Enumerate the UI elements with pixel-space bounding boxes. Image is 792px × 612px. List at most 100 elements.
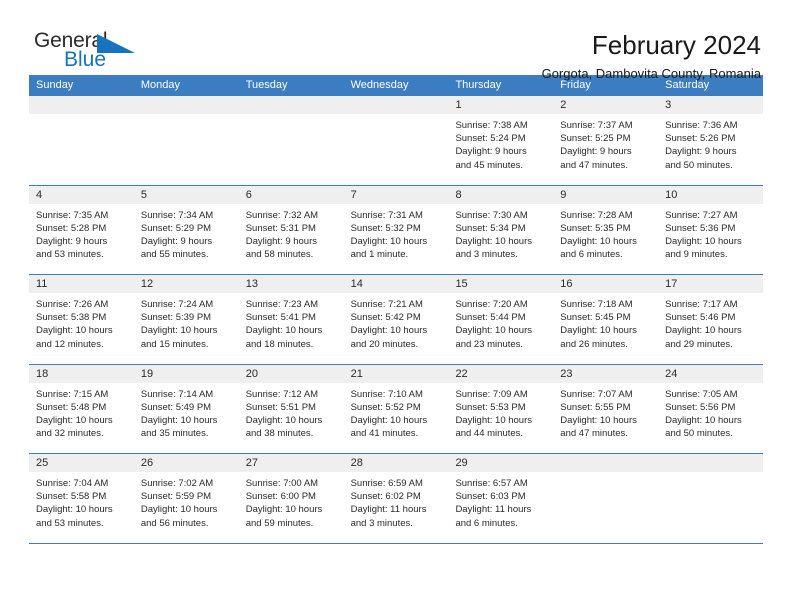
day-sun-info: Sunrise: 7:18 AM Sunset: 5:45 PM Daylight:…	[553, 293, 658, 351]
day-number-band: 14	[343, 275, 449, 293]
daylight-text-line2: and 3 minutes.	[350, 517, 413, 529]
daylight-text-line1: Daylight: 10 hours	[560, 325, 637, 337]
calendar-day-cell[interactable]: 15 Sunrise: 7:20 AM Sunset: 5:44 PM Dayligh…	[448, 275, 554, 364]
day-sun-info: Sunrise: 7:34 AM Sunset: 5:29 PM Daylight:…	[134, 204, 239, 262]
calendar-day-cell[interactable]: 27 Sunrise: 7:00 AM Sunset: 6:00 PM Dayligh…	[238, 454, 344, 543]
day-sun-info: Sunrise: 7:28 AM Sunset: 5:35 PM Daylight:…	[553, 204, 658, 262]
calendar-week-row: 25 Sunrise: 7:04 AM Sunset: 5:58 PM Dayligh…	[29, 454, 764, 544]
calendar-day-cell[interactable]: 21 Sunrise: 7:10 AM Sunset: 5:52 PM Dayligh…	[343, 364, 449, 454]
calendar-day-cell[interactable]: 9 Sunrise: 7:28 AM Sunset: 5:35 PM Daylight…	[553, 185, 659, 275]
day-sun-info: Sunrise: 7:36 AM Sunset: 5:26 PM Daylight:…	[658, 114, 763, 172]
day-number-band: 11	[29, 275, 134, 293]
daylight-text-line2: and 55 minutes.	[140, 249, 209, 261]
day-sun-info: Sunrise: 7:27 AM Sunset: 5:36 PM Daylight:…	[658, 204, 763, 262]
calendar-day-cell[interactable]: 10 Sunrise: 7:27 AM Sunset: 5:36 PM Dayligh…	[658, 185, 764, 275]
day-number: 19	[140, 367, 154, 380]
day-number-band: 2	[553, 96, 659, 114]
weekday-wednesday: Wednesday	[350, 79, 409, 91]
day-sun-info: Sunrise: 7:15 AM Sunset: 5:48 PM Daylight:…	[29, 383, 134, 441]
day-sun-info: Sunrise: 6:59 AM Sunset: 6:02 PM Daylight:…	[344, 472, 449, 530]
day-number: 20	[245, 367, 258, 380]
calendar-week-row: 1 Sunrise: 7:38 AM Sunset: 5:24 PM Daylight…	[29, 96, 764, 186]
daylight-text-line1: Daylight: 9 hours	[36, 235, 108, 247]
sunrise-text: Sunrise: 7:28 AM	[560, 209, 633, 221]
day-sun-info: Sunrise: 7:07 AM Sunset: 5:55 PM Daylight:…	[553, 383, 658, 441]
calendar-day-cell[interactable]: 12 Sunrise: 7:24 AM Sunset: 5:39 PM Dayligh…	[133, 275, 239, 364]
calendar-day-cell[interactable]: 14 Sunrise: 7:21 AM Sunset: 5:42 PM Dayligh…	[343, 275, 449, 364]
day-sun-info: Sunrise: 7:32 AM Sunset: 5:31 PM Daylight:…	[239, 204, 344, 262]
sunrise-text: Sunrise: 7:35 AM	[36, 209, 109, 221]
calendar-day-cell[interactable]: 4 Sunrise: 7:35 AM Sunset: 5:28 PM Daylight…	[29, 185, 134, 275]
calendar-day-cell[interactable]: 2 Sunrise: 7:37 AM Sunset: 5:25 PM Daylight…	[553, 96, 659, 185]
calendar-day-cell[interactable]: 16 Sunrise: 7:18 AM Sunset: 5:45 PM Dayligh…	[553, 275, 659, 364]
calendar-day-cell[interactable]: 3 Sunrise: 7:36 AM Sunset: 5:26 PM Daylight…	[658, 96, 764, 185]
calendar-day-cell[interactable]: 23 Sunrise: 7:07 AM Sunset: 5:55 PM Dayligh…	[553, 364, 659, 454]
daylight-text-line2: and 44 minutes.	[455, 428, 524, 440]
day-number: 4	[36, 188, 43, 201]
day-number-band: 5	[133, 185, 239, 204]
daylight-text-line2: and 29 minutes.	[665, 338, 733, 350]
daylight-text-line2: and 53 minutes.	[36, 249, 104, 261]
sunrise-text: Sunrise: 7:10 AM	[350, 388, 423, 400]
calendar-day-cell[interactable]: 25 Sunrise: 7:04 AM Sunset: 5:58 PM Dayligh…	[29, 454, 134, 543]
calendar-day-cell[interactable]: 8 Sunrise: 7:30 AM Sunset: 5:34 PM Daylight…	[448, 185, 554, 275]
day-number-band: 1	[448, 96, 554, 114]
sunrise-text: Sunrise: 7:12 AM	[245, 388, 319, 400]
calendar-weeks: 1 Sunrise: 7:38 AM Sunset: 5:24 PM Daylight…	[29, 96, 764, 544]
daylight-text-line2: and 23 minutes.	[455, 338, 524, 350]
sunset-text: Sunset: 5:29 PM	[140, 222, 212, 234]
daylight-text-line2: and 15 minutes.	[140, 338, 209, 350]
calendar-day-cell[interactable]: 29 Sunrise: 6:57 AM Sunset: 6:03 PM Dayligh…	[448, 454, 554, 543]
day-number: 17	[665, 278, 678, 290]
sunset-text: Sunset: 5:41 PM	[245, 312, 316, 324]
day-number: 22	[455, 367, 468, 380]
calendar-day-cell[interactable]: 5 Sunrise: 7:34 AM Sunset: 5:29 PM Daylight…	[133, 185, 239, 275]
daylight-text-line2: and 58 minutes.	[245, 249, 314, 261]
day-number: 12	[140, 278, 154, 290]
sunset-text: Sunset: 6:03 PM	[455, 491, 526, 503]
calendar-day-cell[interactable]: 6 Sunrise: 7:32 AM Sunset: 5:31 PM Daylight…	[238, 185, 344, 275]
calendar-day-cell[interactable]: 19 Sunrise: 7:14 AM Sunset: 5:49 PM Dayligh…	[133, 364, 239, 454]
calendar-day-cell[interactable]: 17 Sunrise: 7:17 AM Sunset: 5:46 PM Dayligh…	[658, 275, 764, 364]
daylight-text-line1: Daylight: 10 hours	[140, 325, 218, 337]
day-number: 13	[245, 278, 258, 290]
daylight-text-line1: Daylight: 10 hours	[455, 235, 533, 247]
daylight-text-line1: Daylight: 10 hours	[245, 414, 323, 426]
calendar-day-cell[interactable]: 28 Sunrise: 6:59 AM Sunset: 6:02 PM Dayligh…	[343, 454, 449, 543]
calendar-day-cell[interactable]: 24 Sunrise: 7:05 AM Sunset: 5:56 PM Dayligh…	[658, 364, 764, 454]
sunset-text: Sunset: 5:48 PM	[36, 401, 107, 413]
sunrise-text: Sunrise: 7:02 AM	[140, 478, 214, 489]
calendar-day-cell[interactable]: 26 Sunrise: 7:02 AM Sunset: 5:59 PM Dayligh…	[133, 454, 239, 543]
sunrise-text: Sunrise: 7:23 AM	[245, 299, 319, 310]
daylight-text-line1: Daylight: 10 hours	[665, 235, 742, 247]
sunrise-text: Sunrise: 7:38 AM	[455, 120, 528, 131]
calendar-day-cell[interactable]: 20 Sunrise: 7:12 AM Sunset: 5:51 PM Dayligh…	[238, 364, 344, 454]
day-number-band: 12	[133, 275, 239, 293]
day-sun-info: Sunrise: 7:37 AM Sunset: 5:25 PM Daylight:…	[553, 114, 658, 172]
daylight-text-line1: Daylight: 10 hours	[455, 414, 533, 426]
weekday-monday: Monday	[140, 79, 180, 91]
daylight-text-line1: Daylight: 10 hours	[245, 325, 323, 337]
sunrise-text: Sunrise: 6:57 AM	[455, 478, 528, 489]
day-sun-info: Sunrise: 7:17 AM Sunset: 5:46 PM Daylight:…	[658, 293, 763, 351]
day-number: 18	[36, 367, 49, 380]
daylight-text-line2: and 41 minutes.	[350, 428, 419, 440]
calendar-day-cell[interactable]: 13 Sunrise: 7:23 AM Sunset: 5:41 PM Dayligh…	[238, 275, 344, 364]
day-sun-info	[239, 114, 344, 119]
daylight-text-line1: Daylight: 10 hours	[36, 504, 113, 516]
day-number-band: 24	[658, 364, 764, 383]
calendar-day-cell[interactable]: 22 Sunrise: 7:09 AM Sunset: 5:53 PM Dayligh…	[448, 364, 554, 454]
calendar-day-cell[interactable]: 18 Sunrise: 7:15 AM Sunset: 5:48 PM Dayligh…	[29, 364, 134, 454]
calendar-day-cell[interactable]: 7 Sunrise: 7:31 AM Sunset: 5:32 PM Daylight…	[343, 185, 449, 275]
daylight-text-line1: Daylight: 11 hours	[455, 504, 532, 516]
calendar-day-cell[interactable]: 1 Sunrise: 7:38 AM Sunset: 5:24 PM Daylight…	[448, 96, 554, 185]
day-number: 16	[560, 278, 573, 290]
sunset-text: Sunset: 5:51 PM	[245, 401, 316, 413]
day-number-band: 16	[553, 275, 659, 293]
calendar-day-cell[interactable]: 11 Sunrise: 7:26 AM Sunset: 5:38 PM Dayligh…	[29, 275, 134, 364]
weekday-thursday: Thursday	[455, 79, 502, 91]
sunset-text: Sunset: 5:52 PM	[350, 401, 421, 413]
day-number: 9	[560, 188, 567, 201]
sunset-text: Sunset: 5:35 PM	[560, 222, 631, 234]
daylight-text-line2: and 6 minutes.	[455, 517, 518, 529]
